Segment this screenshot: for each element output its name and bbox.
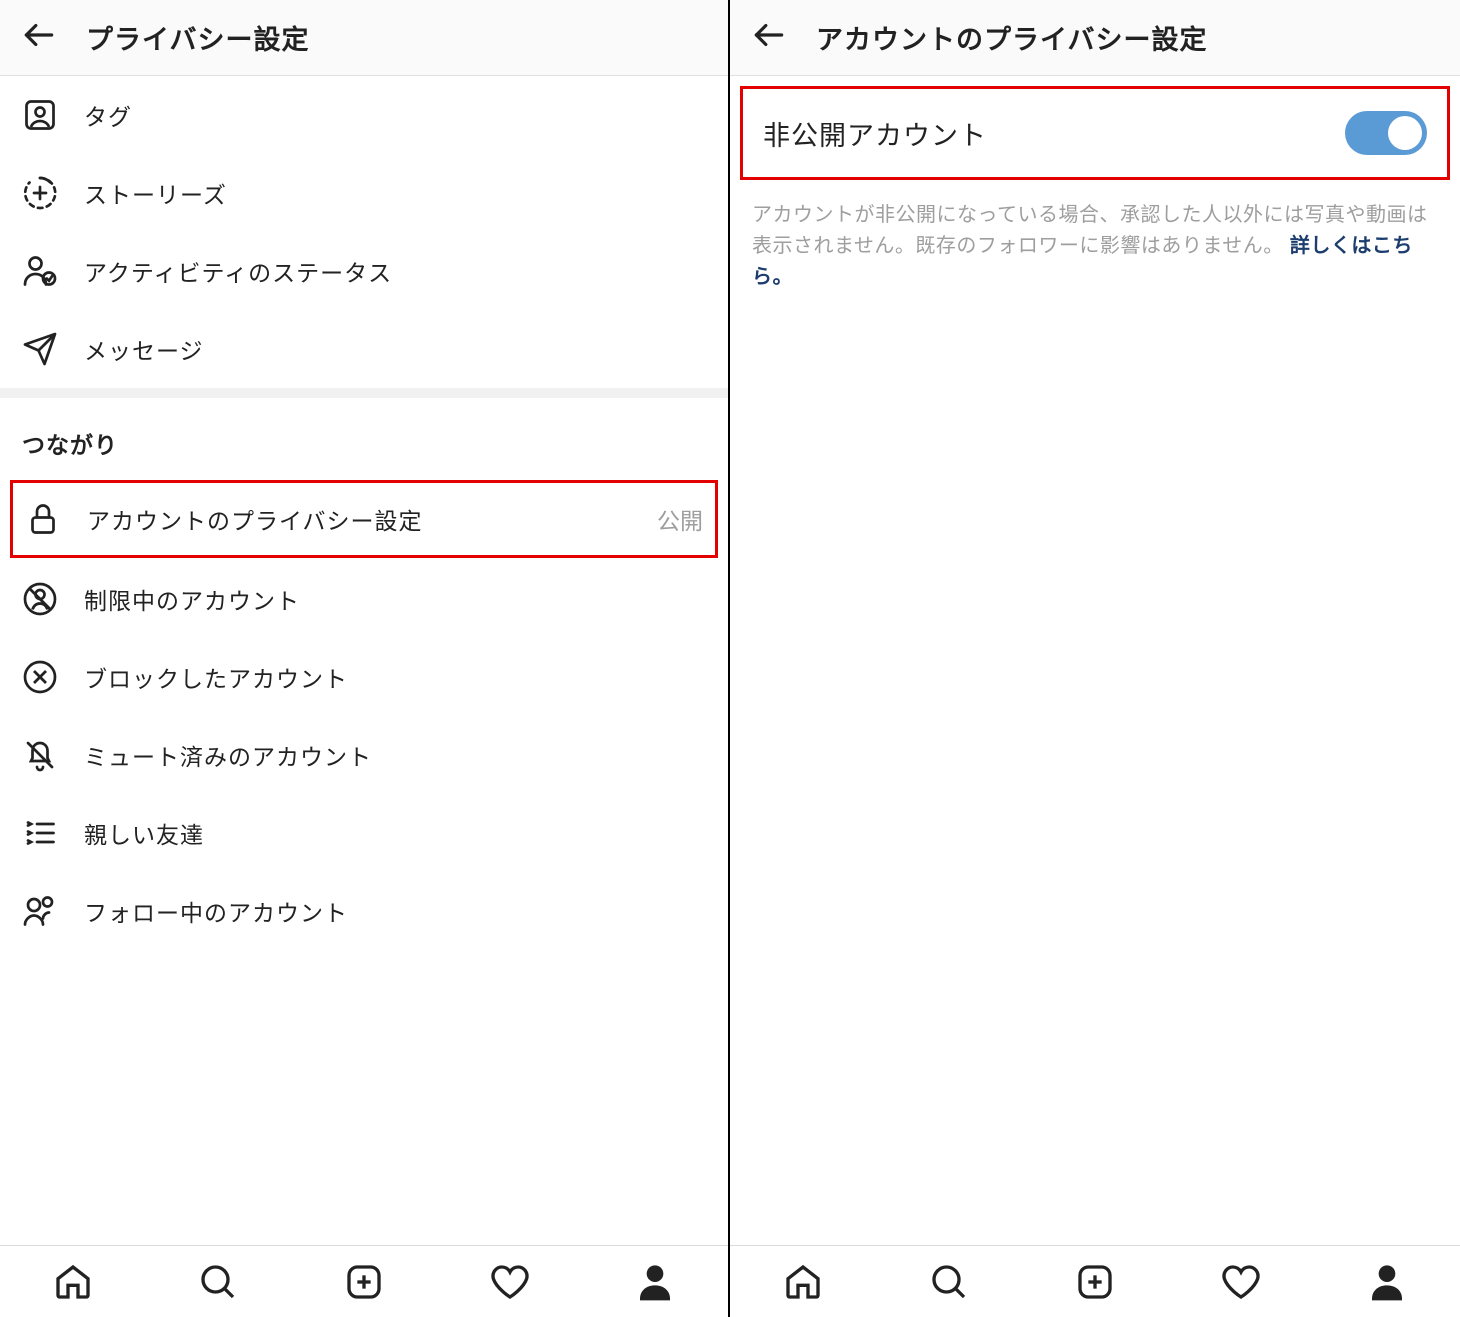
muted-bell-icon xyxy=(22,737,58,773)
item-label: アカウントのプライバシー設定 xyxy=(87,502,631,536)
item-label: ブロックしたアカウント xyxy=(84,660,706,694)
content-area: タグ ストーリーズ アクティビティのステータス メッセージ つながり xyxy=(0,76,728,1245)
home-icon xyxy=(53,1262,93,1302)
profile-icon xyxy=(635,1262,675,1302)
close-friends-icon xyxy=(22,815,58,851)
nav-search[interactable] xyxy=(196,1260,240,1304)
blocked-x-icon xyxy=(22,659,58,695)
private-account-row[interactable]: 非公開アカウント xyxy=(740,86,1450,180)
nav-activity[interactable] xyxy=(488,1260,532,1304)
header: アカウントのプライバシー設定 xyxy=(730,0,1460,76)
item-label: フォロー中のアカウント xyxy=(84,894,706,928)
item-messages[interactable]: メッセージ xyxy=(0,310,728,388)
privacy-settings-screen: プライバシー設定 タグ ストーリーズ アクティビティのステータス メ xyxy=(0,0,730,1317)
content-area: 非公開アカウント アカウントが非公開になっている場合、承認した人以外には写真や動… xyxy=(730,76,1460,1245)
create-post-icon xyxy=(344,1262,384,1302)
bottom-nav xyxy=(0,1245,728,1317)
back-button[interactable] xyxy=(20,16,58,59)
back-arrow-icon xyxy=(750,16,788,54)
item-label: 制限中のアカウント xyxy=(84,582,706,616)
nav-create[interactable] xyxy=(1073,1260,1117,1304)
activity-status-icon xyxy=(22,253,58,289)
item-blocked[interactable]: ブロックしたアカウント xyxy=(0,638,728,716)
nav-home[interactable] xyxy=(51,1260,95,1304)
back-button[interactable] xyxy=(750,16,788,59)
heart-icon xyxy=(490,1262,530,1302)
home-icon xyxy=(783,1262,823,1302)
private-account-label: 非公開アカウント xyxy=(763,114,987,153)
private-account-toggle[interactable] xyxy=(1345,111,1427,155)
private-account-description: アカウントが非公開になっている場合、承認した人以外には写真や動画は表示されません… xyxy=(730,190,1460,293)
following-accounts-icon xyxy=(22,893,58,929)
account-privacy-screen: アカウントのプライバシー設定 非公開アカウント アカウントが非公開になっている場… xyxy=(730,0,1460,1317)
restricted-account-icon xyxy=(22,581,58,617)
stories-add-icon xyxy=(22,175,58,211)
page-title: アカウントのプライバシー設定 xyxy=(816,18,1207,57)
header: プライバシー設定 xyxy=(0,0,728,76)
nav-profile[interactable] xyxy=(633,1260,677,1304)
item-muted[interactable]: ミュート済みのアカウント xyxy=(0,716,728,794)
section-header-connections: つながり xyxy=(0,388,728,478)
item-activity-status[interactable]: アクティビティのステータス xyxy=(0,232,728,310)
item-stories[interactable]: ストーリーズ xyxy=(0,154,728,232)
nav-create[interactable] xyxy=(342,1260,386,1304)
profile-icon xyxy=(1367,1262,1407,1302)
item-account-privacy[interactable]: アカウントのプライバシー設定 公開 xyxy=(10,480,718,558)
nav-profile[interactable] xyxy=(1365,1260,1409,1304)
item-value: 公開 xyxy=(657,502,703,536)
page-title: プライバシー設定 xyxy=(86,18,309,57)
tag-person-icon xyxy=(22,97,58,133)
item-close-friends[interactable]: 親しい友達 xyxy=(0,794,728,872)
item-tags[interactable]: タグ xyxy=(0,76,728,154)
heart-icon xyxy=(1221,1262,1261,1302)
item-label: アクティビティのステータス xyxy=(84,254,706,288)
item-label: 親しい友達 xyxy=(84,816,706,850)
bottom-nav xyxy=(730,1245,1460,1317)
message-send-icon xyxy=(22,331,58,367)
item-label: ミュート済みのアカウント xyxy=(84,738,706,772)
item-label: ストーリーズ xyxy=(84,176,706,210)
item-label: メッセージ xyxy=(84,332,706,366)
create-post-icon xyxy=(1075,1262,1115,1302)
item-restricted[interactable]: 制限中のアカウント xyxy=(0,560,728,638)
lock-icon xyxy=(25,501,61,537)
back-arrow-icon xyxy=(20,16,58,54)
search-icon xyxy=(198,1262,238,1302)
nav-activity[interactable] xyxy=(1219,1260,1263,1304)
item-following[interactable]: フォロー中のアカウント xyxy=(0,872,728,950)
nav-search[interactable] xyxy=(927,1260,971,1304)
item-label: タグ xyxy=(84,98,706,132)
nav-home[interactable] xyxy=(781,1260,825,1304)
search-icon xyxy=(929,1262,969,1302)
